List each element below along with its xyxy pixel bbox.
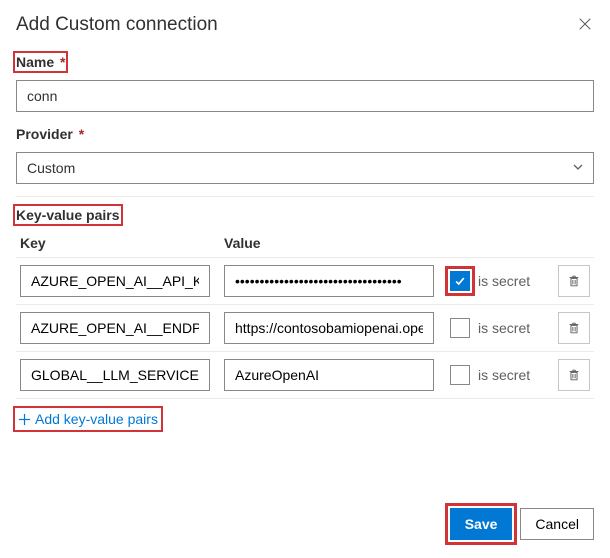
delete-row-button[interactable] xyxy=(558,359,590,391)
provider-field-group: Provider * xyxy=(16,126,594,184)
close-icon[interactable] xyxy=(578,17,594,33)
is-secret-label: is secret xyxy=(478,320,530,336)
name-label-text: Name xyxy=(16,54,54,70)
kv-key-input[interactable] xyxy=(20,359,210,391)
kv-value-input[interactable] xyxy=(224,265,434,297)
divider xyxy=(16,196,594,197)
plus-icon xyxy=(18,413,31,426)
kv-column-headers: Key Value xyxy=(16,235,594,257)
provider-label: Provider * xyxy=(16,126,84,142)
kv-value-input[interactable] xyxy=(224,359,434,391)
name-field-group: Name * xyxy=(16,54,594,112)
is-secret-checkbox[interactable] xyxy=(450,318,470,338)
name-input[interactable] xyxy=(16,80,594,112)
required-asterisk: * xyxy=(60,54,65,70)
required-asterisk: * xyxy=(79,126,84,142)
delete-row-button[interactable] xyxy=(558,312,590,344)
kv-value-input[interactable] xyxy=(224,312,434,344)
is-secret-label: is secret xyxy=(478,367,530,383)
kv-value-header: Value xyxy=(224,235,434,251)
dialog-title: Add Custom connection xyxy=(16,14,218,36)
is-secret-checkbox[interactable] xyxy=(450,365,470,385)
delete-row-button[interactable] xyxy=(558,265,590,297)
is-secret-label: is secret xyxy=(478,273,530,289)
kv-key-input[interactable] xyxy=(20,265,210,297)
kv-section-header: Key-value pairs xyxy=(16,207,120,223)
kv-rows: is secret is secret is secret xyxy=(16,257,594,399)
kv-key-input[interactable] xyxy=(20,312,210,344)
kv-row: is secret xyxy=(16,258,594,305)
dialog-header: Add Custom connection xyxy=(16,14,594,36)
save-button[interactable]: Save xyxy=(450,508,513,540)
cancel-button[interactable]: Cancel xyxy=(520,508,594,540)
add-kv-link[interactable]: Add key-value pairs xyxy=(16,409,160,429)
kv-row: is secret xyxy=(16,305,594,352)
name-label: Name * xyxy=(16,54,65,70)
kv-section: Key-value pairs Key Value is secretis se… xyxy=(16,207,594,429)
is-secret-checkbox[interactable] xyxy=(450,271,470,291)
dialog-footer: Save Cancel xyxy=(450,508,594,540)
kv-row: is secret xyxy=(16,352,594,399)
add-kv-label: Add key-value pairs xyxy=(35,411,158,427)
kv-key-header: Key xyxy=(16,235,206,251)
provider-select[interactable] xyxy=(16,152,594,184)
provider-label-text: Provider xyxy=(16,126,73,142)
